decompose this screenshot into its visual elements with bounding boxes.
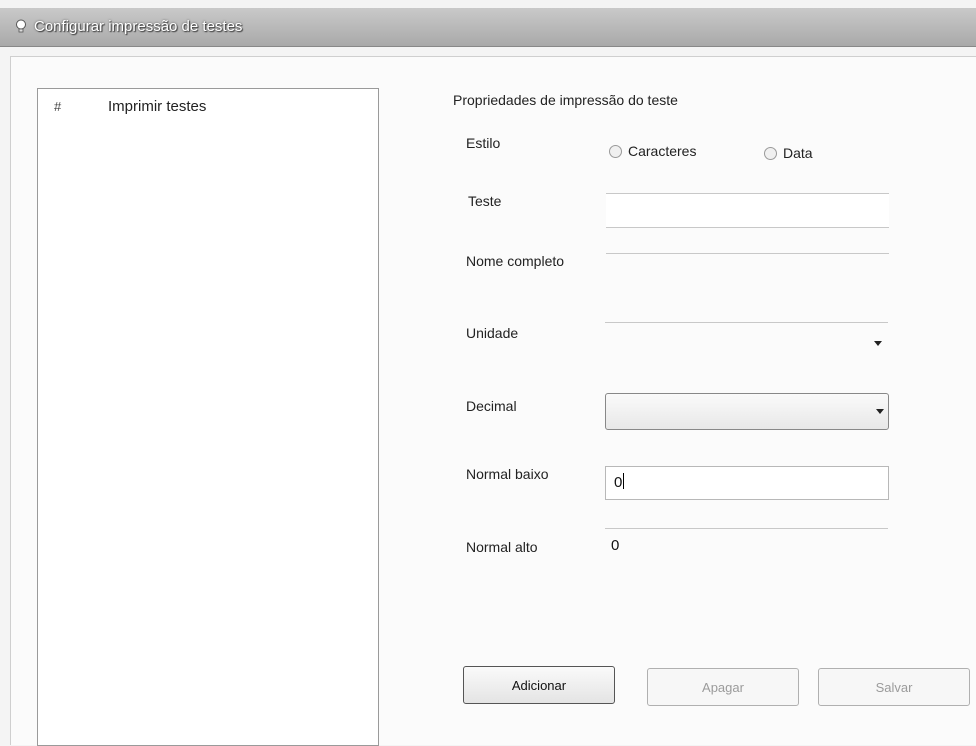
window-title: Configurar impressão de testes — [34, 18, 243, 35]
normal-alto-value[interactable]: 0 — [611, 537, 619, 554]
radio-data[interactable]: Data — [764, 145, 813, 161]
divider — [605, 528, 888, 529]
print-tests-list[interactable]: # Imprimir testes — [37, 88, 379, 746]
radio-data-label: Data — [783, 145, 813, 161]
radio-circle-icon[interactable] — [764, 146, 777, 160]
text-cursor — [623, 473, 625, 489]
window-titlebar: Configurar impressão de testes — [0, 8, 976, 47]
salvar-button[interactable]: Salvar — [818, 668, 970, 706]
nome-completo-field[interactable] — [606, 253, 889, 254]
teste-label: Teste — [468, 193, 502, 209]
unidade-select[interactable] — [605, 322, 888, 323]
normal-alto-label: Normal alto — [466, 539, 538, 555]
decimal-select[interactable] — [605, 393, 889, 430]
radio-circle-icon[interactable] — [609, 144, 622, 158]
radio-caracteres[interactable]: Caracteres — [609, 143, 696, 159]
decimal-label: Decimal — [466, 398, 517, 414]
nome-completo-label: Nome completo — [466, 253, 565, 269]
unidade-label: Unidade — [466, 325, 519, 341]
section-title: Propriedades de impressão do teste — [453, 92, 678, 108]
decimal-chevron-down-icon[interactable] — [876, 409, 884, 414]
estilo-label: Estilo — [466, 135, 501, 151]
normal-baixo-label: Normal baixo — [466, 466, 549, 482]
teste-input[interactable] — [606, 193, 889, 228]
normal-baixo-value: 0 — [614, 474, 623, 491]
unidade-chevron-down-icon[interactable] — [874, 341, 882, 346]
list-header-number: # — [54, 99, 62, 114]
normal-baixo-input[interactable]: 0 — [605, 466, 889, 500]
apagar-button[interactable]: Apagar — [647, 668, 799, 706]
list-header-print-tests: Imprimir testes — [108, 98, 207, 115]
adicionar-button[interactable]: Adicionar — [463, 666, 615, 704]
lightbulb-icon — [16, 19, 26, 33]
radio-caracteres-label: Caracteres — [628, 143, 697, 159]
